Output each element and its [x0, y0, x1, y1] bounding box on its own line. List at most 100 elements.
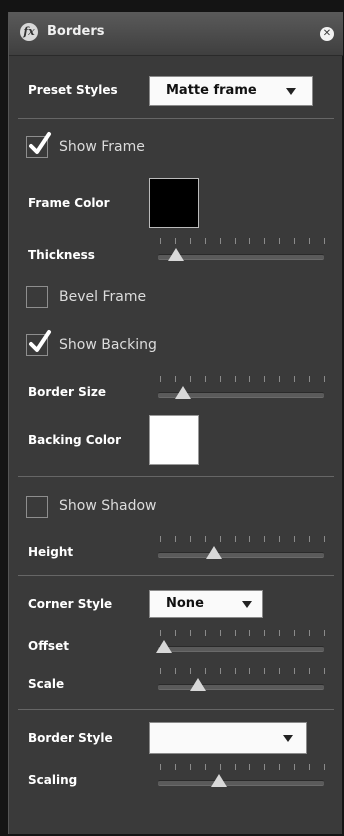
slider-tick: [174, 376, 176, 382]
offset-label: Offset: [28, 639, 69, 653]
slider-tick: [234, 536, 236, 542]
slider-tick: [264, 376, 266, 382]
slider-tick: [279, 668, 281, 674]
slider-tick: [309, 238, 311, 244]
checkmark-icon: [29, 330, 51, 352]
slider-tick: [160, 536, 161, 542]
show-backing-checkbox[interactable]: [26, 330, 51, 356]
bevel-frame-checkbox[interactable]: [26, 286, 48, 308]
preset-styles-dropdown[interactable]: Matte frame: [149, 76, 313, 106]
slider-tick: [294, 536, 296, 542]
slider-tick: [174, 238, 176, 244]
slider-tick: [324, 238, 325, 244]
scaling-label: Scaling: [28, 773, 78, 787]
slider-tick: [219, 630, 221, 636]
slider-tick: [279, 238, 281, 244]
slider-tick: [309, 376, 311, 382]
slider-tick: [189, 376, 191, 382]
divider: [18, 575, 334, 576]
slider-tick: [309, 630, 311, 636]
corner-style-value: None: [166, 596, 204, 611]
slider-tick: [160, 238, 161, 244]
slider-tick: [264, 536, 266, 542]
show-frame-label: Show Frame: [59, 139, 145, 155]
backing-color-swatch[interactable]: [149, 415, 199, 465]
slider-tick: [324, 376, 325, 382]
thickness-label: Thickness: [28, 248, 95, 262]
slider-tick: [279, 536, 281, 542]
chevron-down-icon: [286, 88, 296, 95]
panel-titlebar: fx Borders ✕: [9, 12, 343, 56]
slider-tick: [160, 376, 161, 382]
slider-tick: [219, 536, 221, 542]
slider-thumb[interactable]: [205, 546, 222, 559]
slider-tick: [309, 668, 311, 674]
slider-tick: [234, 764, 236, 770]
offset-slider[interactable]: [156, 630, 328, 654]
slider-tick: [294, 668, 296, 674]
corner-style-dropdown[interactable]: None: [149, 590, 263, 618]
corner-style-label: Corner Style: [28, 597, 113, 611]
height-slider[interactable]: [156, 536, 328, 560]
show-shadow-checkbox[interactable]: [26, 496, 48, 518]
fx-icon: fx: [20, 23, 38, 41]
slider-tick: [204, 668, 206, 674]
show-frame-checkbox[interactable]: [26, 132, 51, 158]
slider-tick: [204, 764, 206, 770]
slider-tick: [189, 630, 191, 636]
height-label: Height: [28, 545, 74, 559]
slider-thumb[interactable]: [210, 774, 227, 787]
divider: [18, 476, 334, 477]
slider-ticks: [156, 630, 328, 638]
chevron-down-icon: [242, 601, 252, 608]
slider-thumb[interactable]: [174, 386, 191, 399]
slider-track: [158, 684, 324, 690]
checkmark-icon: [29, 132, 51, 154]
slider-ticks: [156, 764, 328, 772]
slider-tick: [249, 764, 251, 770]
frame-color-swatch[interactable]: [149, 178, 199, 228]
border-size-slider[interactable]: [156, 376, 328, 400]
border-style-dropdown[interactable]: [149, 722, 307, 754]
slider-tick: [324, 536, 325, 542]
slider-thumb[interactable]: [156, 640, 172, 653]
slider-tick: [204, 630, 206, 636]
backing-color-label: Backing Color: [28, 433, 122, 447]
slider-tick: [249, 668, 251, 674]
close-icon[interactable]: ✕: [320, 27, 334, 41]
slider-tick: [234, 238, 236, 244]
slider-tick: [234, 668, 236, 674]
slider-tick: [294, 764, 296, 770]
slider-tick: [219, 668, 221, 674]
slider-tick: [174, 764, 176, 770]
slider-tick: [160, 764, 161, 770]
chevron-down-icon: [283, 735, 293, 742]
slider-tick: [294, 630, 296, 636]
slider-tick: [204, 238, 206, 244]
slider-tick: [249, 376, 251, 382]
slider-tick: [234, 630, 236, 636]
slider-tick: [249, 238, 251, 244]
slider-tick: [219, 238, 221, 244]
slider-tick: [309, 764, 311, 770]
thickness-slider[interactable]: [156, 238, 328, 262]
slider-thumb[interactable]: [168, 248, 185, 261]
frame-color-label: Frame Color: [28, 196, 110, 210]
slider-tick: [219, 376, 221, 382]
divider: [18, 118, 334, 119]
slider-tick: [189, 238, 191, 244]
slider-tick: [324, 668, 325, 674]
slider-tick: [189, 668, 191, 674]
slider-ticks: [156, 238, 328, 246]
slider-tick: [264, 238, 266, 244]
bevel-frame-label: Bevel Frame: [59, 289, 147, 305]
slider-ticks: [156, 536, 328, 544]
slider-tick: [294, 376, 296, 382]
scale-label: Scale: [28, 677, 65, 691]
slider-tick: [160, 630, 161, 636]
borders-panel: fx Borders ✕ Preset Styles Matte frame S…: [8, 12, 343, 834]
slider-thumb[interactable]: [190, 678, 207, 691]
scale-slider[interactable]: [156, 668, 328, 692]
scaling-slider[interactable]: [156, 764, 328, 788]
slider-track: [158, 780, 324, 786]
